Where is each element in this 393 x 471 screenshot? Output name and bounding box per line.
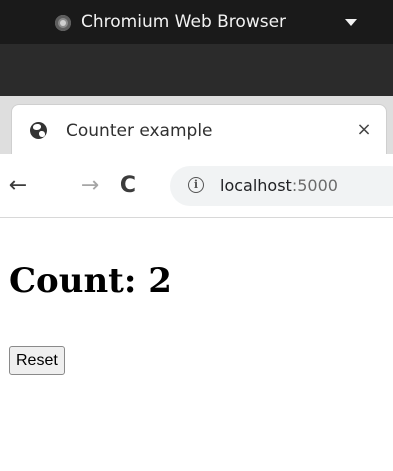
tab-close-button[interactable]: × <box>351 117 377 143</box>
url-text[interactable]: localhost:5000 <box>220 174 338 198</box>
chromium-icon[interactable] <box>55 15 71 31</box>
reset-button[interactable]: Reset <box>9 346 65 375</box>
app-menu-title[interactable]: Chromium Web Browser <box>81 10 286 34</box>
os-top-bar: Chromium Web Browser <box>0 0 393 44</box>
globe-icon <box>30 122 47 139</box>
url-host: localhost <box>220 176 292 195</box>
tab-title: Counter example <box>66 121 213 141</box>
forward-button[interactable]: → <box>76 172 104 200</box>
back-button[interactable]: ← <box>4 172 32 200</box>
info-icon[interactable]: i <box>188 177 204 193</box>
count-heading: Count: 2 <box>9 261 172 301</box>
url-port: :5000 <box>291 176 338 195</box>
caret-down-icon[interactable] <box>345 19 357 26</box>
window-title-strip <box>0 44 393 96</box>
reload-button[interactable]: C <box>114 172 142 200</box>
